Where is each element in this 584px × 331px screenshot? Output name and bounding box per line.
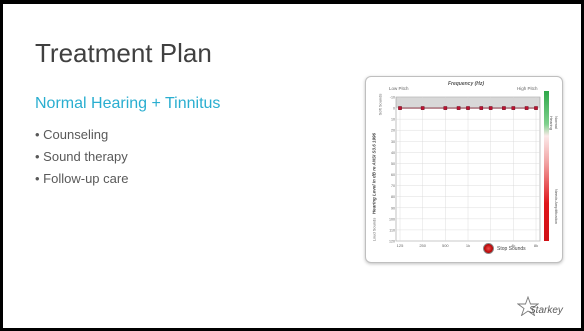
y-tick-label: 90 bbox=[391, 206, 395, 210]
y-tick-label: 110 bbox=[389, 228, 395, 232]
y-tick-label: 50 bbox=[391, 162, 395, 166]
stop-sounds-button[interactable]: Stop Sounds bbox=[483, 243, 526, 254]
slide: Treatment Plan Normal Hearing + Tinnitus… bbox=[3, 4, 581, 328]
audiogram-plot[interactable]: -10 0 10 20 30 40 50 60 70 80 90 100 110 120125 250 500… bbox=[382, 91, 544, 251]
y-tick-label: 30 bbox=[391, 140, 395, 144]
y-tick-label: 80 bbox=[391, 195, 395, 199]
needs-amplification-label: Needs Amplification bbox=[554, 188, 560, 225]
data-point bbox=[511, 106, 516, 110]
x-tick-label: 500 bbox=[442, 243, 449, 248]
slide-title: Treatment Plan bbox=[35, 38, 212, 68]
hearing-level-scale-bar bbox=[544, 91, 549, 241]
y-tick-label: 0 bbox=[393, 107, 395, 111]
bullet-item: Sound therapy bbox=[35, 146, 128, 168]
data-point bbox=[398, 106, 402, 110]
x-tick-label: 1k bbox=[466, 243, 470, 248]
bullet-item: Follow-up care bbox=[35, 168, 128, 190]
slide-subtitle: Normal Hearing + Tinnitus bbox=[35, 95, 221, 112]
y-tick-label: -10 bbox=[390, 96, 395, 100]
data-point bbox=[479, 106, 484, 110]
data-point bbox=[534, 106, 538, 110]
y-tick-label: 10 bbox=[391, 118, 395, 122]
y-tick-label: 40 bbox=[391, 151, 395, 155]
y-tick-label: 100 bbox=[389, 217, 395, 221]
audiogram-title: Frequency (Hz) bbox=[447, 81, 485, 87]
x-tick-label: 125 bbox=[397, 243, 404, 248]
data-point bbox=[420, 106, 425, 110]
y-tick-label: 70 bbox=[391, 184, 395, 188]
data-point bbox=[466, 106, 470, 110]
stop-icon[interactable] bbox=[483, 243, 494, 254]
audiogram: Frequency (Hz) Low Pitch High Pitch Hear… bbox=[365, 76, 563, 263]
bullet-list: Counseling Sound therapy Follow-up care bbox=[35, 124, 128, 190]
loud-sounds-label: Loud Sounds bbox=[371, 217, 377, 242]
y-tick-label: 20 bbox=[391, 129, 395, 133]
y-tick-label: 120 bbox=[389, 240, 395, 244]
bullet-item: Counseling bbox=[35, 124, 128, 146]
normal-hearing-label: Normal Hearing bbox=[549, 116, 559, 131]
data-point bbox=[524, 106, 529, 110]
y-tick-label: 60 bbox=[391, 173, 395, 177]
data-point bbox=[502, 106, 506, 110]
y-axis-label: Hearing Level in dB re ANSI S3.6 1996 bbox=[371, 132, 377, 215]
x-tick-label: 250 bbox=[419, 243, 426, 248]
starkey-logo: Starkey bbox=[517, 296, 563, 316]
stop-sounds-label: Stop Sounds bbox=[497, 245, 526, 252]
data-point bbox=[488, 106, 493, 110]
data-point bbox=[456, 106, 461, 110]
logo-text: Starkey bbox=[529, 305, 563, 316]
data-point bbox=[443, 106, 448, 110]
x-tick-label: 8k bbox=[534, 243, 538, 248]
